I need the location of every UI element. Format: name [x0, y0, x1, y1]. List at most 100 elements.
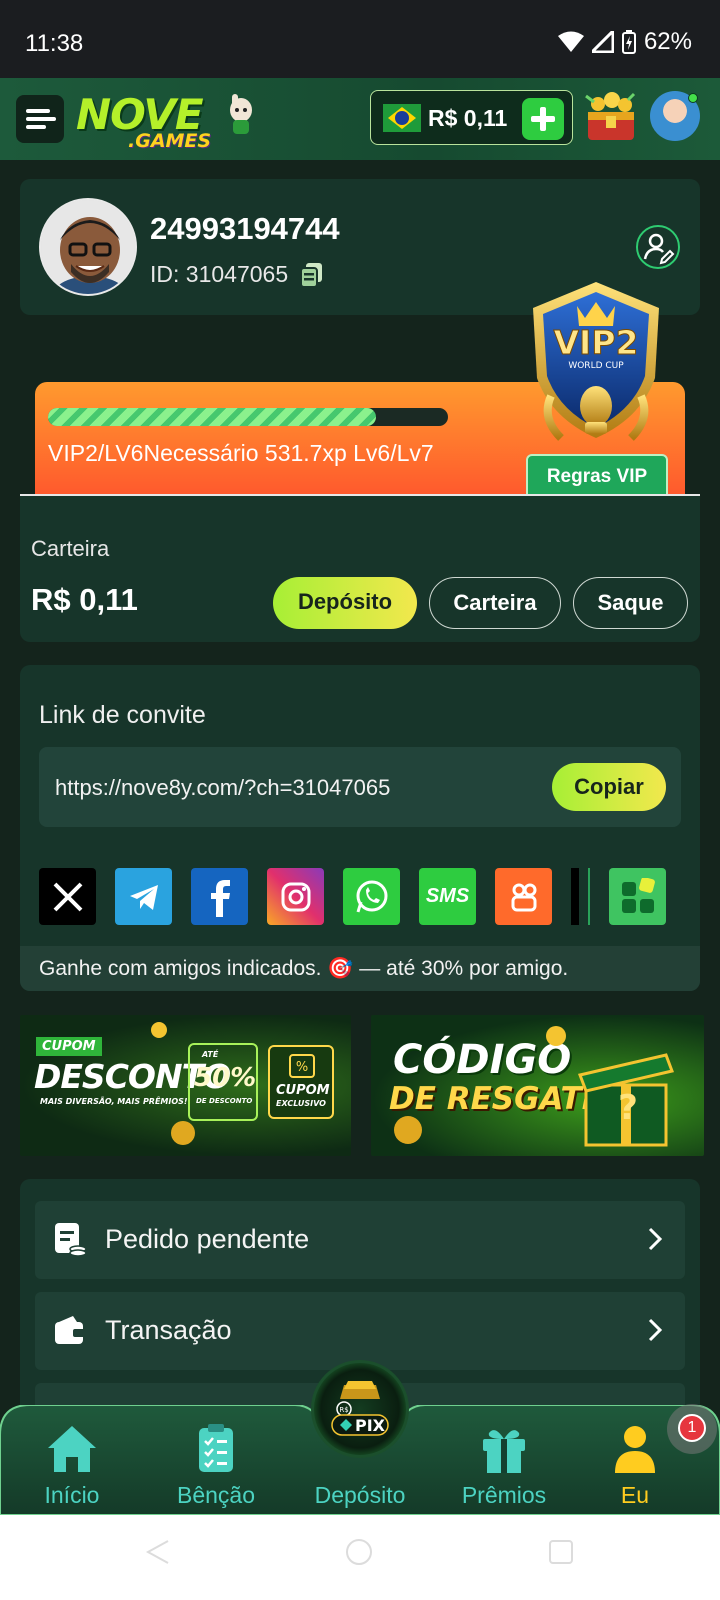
- svg-text:WORLD CUP: WORLD CUP: [568, 361, 624, 371]
- brazil-flag-icon: [383, 104, 421, 132]
- redeem-code-banner[interactable]: CÓDIGO DE RESGATE ?: [371, 1015, 704, 1156]
- share-apps-button[interactable]: [609, 868, 666, 925]
- status-time: 11:38: [25, 30, 84, 57]
- profile-id-row: ID: 31047065: [150, 261, 324, 288]
- facebook-icon: [210, 879, 230, 917]
- app-header: NOVE .GAMES R$ 0,11: [0, 78, 720, 160]
- invite-link-box: https://nove8y.com/?ch=31047065 Copiar: [39, 747, 681, 827]
- menu-item-transactions[interactable]: Transação: [35, 1292, 685, 1370]
- system-nav-bar: [0, 1515, 720, 1600]
- share-instagram-button[interactable]: [267, 868, 324, 925]
- profile-avatar[interactable]: [39, 198, 137, 296]
- app-logo[interactable]: NOVE .GAMES: [76, 90, 252, 152]
- chevron-right-icon: [648, 1318, 663, 1342]
- wallet-icon: [55, 1316, 85, 1344]
- coin-icon: [151, 1022, 167, 1038]
- banner-discount-box: ATÉ 50% DE DESCONTO: [188, 1043, 258, 1121]
- coin-icon: [394, 1116, 422, 1144]
- banner-subtitle: MAIS DIVERSÃO, MAIS PRÊMIOS!: [40, 1097, 188, 1106]
- withdraw-button[interactable]: Saque: [573, 577, 688, 629]
- telegram-icon: [129, 884, 158, 910]
- invite-footer-text: Ganhe com amigos indicados. 🎯 — até 30% …: [20, 946, 700, 991]
- menu-item-label: Transação: [105, 1315, 232, 1345]
- user-edit-icon: [643, 233, 675, 265]
- status-icons: 62%: [557, 28, 692, 56]
- svg-text:?: ?: [618, 1088, 638, 1128]
- share-whatsapp-button[interactable]: [343, 868, 400, 925]
- status-bar: 11:38 62%: [0, 0, 720, 78]
- share-row: SMS: [39, 868, 666, 925]
- user-icon: [615, 1426, 655, 1473]
- profile-id: ID: 31047065: [150, 261, 289, 287]
- add-funds-button[interactable]: [522, 98, 564, 140]
- share-telegram-button[interactable]: [115, 868, 172, 925]
- kwai-icon: [511, 883, 536, 911]
- deposit-button[interactable]: Depósito: [273, 577, 417, 629]
- vip-progress-text: VIP2/LV6Necessário 531.7xp Lv6/Lv7: [48, 440, 434, 466]
- chevron-right-icon: [648, 1227, 663, 1251]
- recents-icon[interactable]: [546, 1537, 576, 1567]
- copy-icon[interactable]: [300, 262, 324, 288]
- logo-sub-text: .GAMES: [128, 130, 212, 152]
- wallet-button[interactable]: Carteira: [429, 577, 561, 629]
- wifi-icon: [557, 31, 584, 52]
- nav-home[interactable]: Início: [12, 1405, 132, 1515]
- banner-coupon-box: CUPOM EXCLUSIVO %: [268, 1045, 334, 1119]
- header-balance[interactable]: R$ 0,11: [370, 90, 573, 145]
- pix-deposit-button[interactable]: R$ PIX: [311, 1360, 409, 1458]
- notification-badge[interactable]: 1: [667, 1404, 717, 1454]
- wallet-card: Carteira R$ 0,11 Depósito Carteira Saque: [20, 496, 700, 642]
- share-x-button[interactable]: [39, 868, 96, 925]
- x-icon: [53, 882, 82, 911]
- coin-icon: [546, 1026, 566, 1046]
- svg-text:PIX: PIX: [355, 1416, 386, 1435]
- home-icon: [48, 1426, 96, 1472]
- menu-button[interactable]: [16, 95, 64, 143]
- battery-icon: [621, 30, 636, 54]
- wallet-title: Carteira: [31, 536, 110, 561]
- battery-level: 62%: [643, 28, 692, 55]
- signal-icon: [591, 31, 614, 53]
- user-avatar-small[interactable]: [650, 91, 700, 141]
- nav-label: Depósito: [314, 1482, 406, 1508]
- back-icon[interactable]: [142, 1537, 172, 1567]
- treasure-chest-icon[interactable]: [582, 90, 640, 145]
- share-more-edge[interactable]: [571, 868, 579, 925]
- menu-item-label: Pedido pendente: [105, 1224, 310, 1254]
- share-divider: [588, 868, 590, 925]
- share-sms-button[interactable]: SMS: [419, 868, 476, 925]
- pending-order-icon: [55, 1223, 87, 1257]
- whatsapp-icon: [356, 880, 387, 912]
- nav-blessing[interactable]: Bênção: [156, 1405, 276, 1515]
- vip-badge-icon[interactable]: VIP2 WORLD CUP: [521, 278, 671, 453]
- invite-title: Link de convite: [39, 701, 206, 729]
- mascot-icon: [230, 94, 252, 134]
- vip-progress-fill: [48, 408, 376, 426]
- edit-profile-button[interactable]: [636, 225, 680, 269]
- nav-prizes[interactable]: Prêmios: [444, 1405, 564, 1515]
- svg-text:%: %: [296, 1060, 308, 1075]
- instagram-icon: [281, 882, 310, 911]
- apps-grid-icon: [621, 877, 655, 913]
- home-circle-icon[interactable]: [344, 1537, 374, 1567]
- banner-tag: CUPOM: [36, 1037, 102, 1056]
- vip-progress-bar: [48, 408, 448, 426]
- checklist-icon: [199, 1424, 233, 1472]
- nav-label: Prêmios: [461, 1482, 547, 1508]
- share-kwai-button[interactable]: [495, 868, 552, 925]
- invite-link[interactable]: https://nove8y.com/?ch=31047065: [55, 775, 390, 801]
- menu-item-pending-orders[interactable]: Pedido pendente: [35, 1201, 685, 1279]
- avatar-illustration: [41, 200, 135, 294]
- coin-icon: [171, 1121, 195, 1145]
- wallet-amount: R$ 0,11: [31, 582, 138, 617]
- discount-coupon-banner[interactable]: CUPOM DESCONTO MAIS DIVERSÃO, MAIS PRÊMI…: [20, 1015, 351, 1156]
- copy-link-button[interactable]: Copiar: [552, 763, 666, 811]
- gift-box-icon: ?: [577, 1053, 675, 1147]
- header-balance-amount: R$ 0,11: [428, 105, 508, 131]
- ticket-icon: %: [289, 1054, 315, 1078]
- share-facebook-button[interactable]: [191, 868, 248, 925]
- notification-count: 1: [678, 1414, 706, 1442]
- pix-icon: R$ PIX: [331, 1381, 389, 1436]
- vip-rules-button[interactable]: Regras VIP: [526, 454, 668, 494]
- svg-text:VIP2: VIP2: [554, 323, 639, 362]
